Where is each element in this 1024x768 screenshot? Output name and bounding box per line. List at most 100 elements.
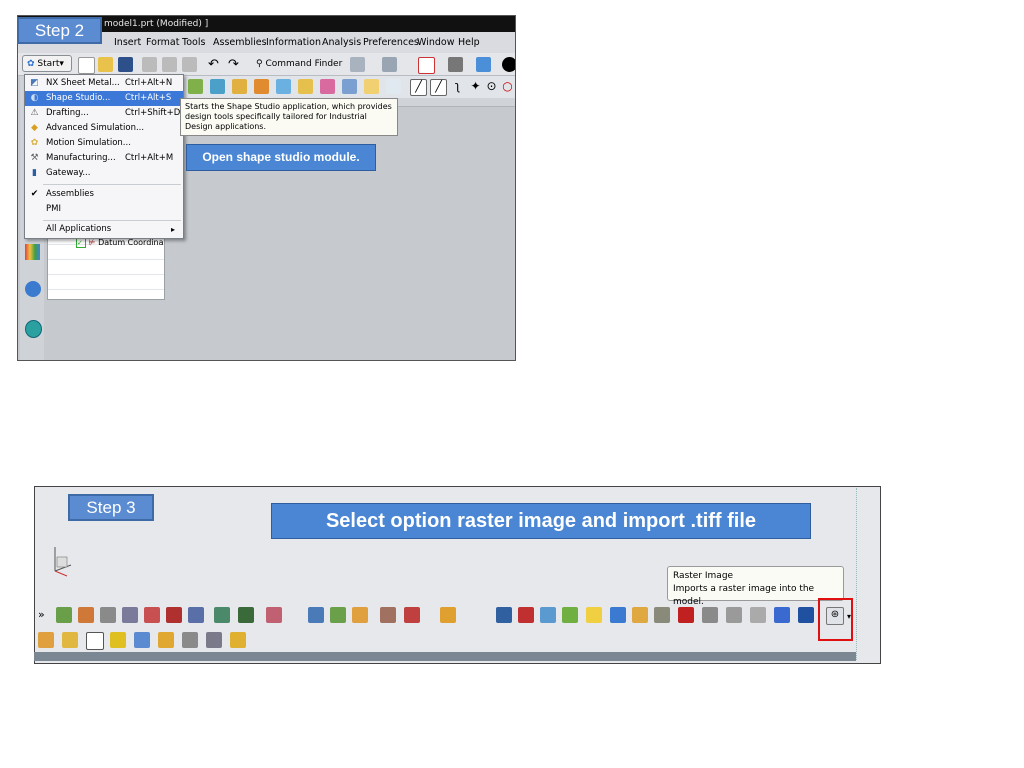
revolve-icon[interactable] xyxy=(330,607,346,623)
tree-row xyxy=(48,275,164,290)
curve-tool-icon[interactable] xyxy=(56,607,72,623)
menu-help[interactable]: Help xyxy=(458,32,480,53)
camera-icon[interactable] xyxy=(774,607,790,623)
extrude-icon[interactable] xyxy=(308,607,324,623)
feature-icon[interactable] xyxy=(320,79,335,94)
curve-on-surface-icon[interactable] xyxy=(238,607,254,623)
paste-icon[interactable] xyxy=(182,57,197,72)
studio-lights-icon[interactable] xyxy=(654,607,670,623)
feature-icon[interactable] xyxy=(298,79,313,94)
decal-icon[interactable] xyxy=(702,607,718,623)
section-icon[interactable] xyxy=(110,632,126,648)
menu-item-label: Gateway... xyxy=(46,168,91,178)
select-icon[interactable] xyxy=(382,57,397,72)
save-icon[interactable] xyxy=(118,57,133,72)
offset-icon[interactable] xyxy=(86,632,104,650)
menu-information[interactable]: Information xyxy=(266,32,321,53)
library-icon[interactable] xyxy=(25,244,40,260)
feature-icon[interactable] xyxy=(254,79,269,94)
trim-icon[interactable] xyxy=(352,607,368,623)
layer-icon[interactable] xyxy=(496,607,512,623)
true-studio-icon[interactable] xyxy=(678,607,694,623)
toolbar-overflow-icon[interactable]: » xyxy=(38,607,54,623)
menu-item-gateway[interactable]: ▮ Gateway... xyxy=(25,166,183,181)
command-finder-button[interactable]: ⚲ Command Finder xyxy=(256,56,342,72)
color-icon[interactable] xyxy=(518,607,534,623)
studio-surface-icon[interactable] xyxy=(122,607,138,623)
copy-icon[interactable] xyxy=(162,57,177,72)
gear-icon[interactable] xyxy=(350,57,365,72)
chamfer-icon[interactable] xyxy=(62,632,78,648)
feature-icon[interactable] xyxy=(276,79,291,94)
user-icon[interactable] xyxy=(610,607,626,623)
menu-item-drafting[interactable]: ⚠ Drafting... Ctrl+Shift+D xyxy=(25,106,183,121)
menu-item-assemblies[interactable]: ✔ Assemblies xyxy=(25,187,183,202)
checkbox-icon[interactable]: ✓ xyxy=(76,238,86,248)
check-icon: ✔ xyxy=(30,189,39,199)
circle-icon[interactable]: ⊙ xyxy=(484,79,499,94)
edit-icon[interactable] xyxy=(230,632,246,648)
menu-format[interactable]: Format xyxy=(146,32,179,53)
screenshot-step2: model1.prt (Modified) ] Insert Format To… xyxy=(17,15,516,361)
menu-window[interactable]: Window xyxy=(417,32,454,53)
feature-icon[interactable] xyxy=(232,79,247,94)
feature-icon[interactable] xyxy=(364,79,379,94)
spline-icon[interactable] xyxy=(214,607,230,623)
new-file-icon[interactable] xyxy=(78,57,95,74)
feature-toolbar: ╱ ╱ ʅ ✦ ⊙ ○ xyxy=(178,76,515,98)
menu-item-motion-simulation[interactable]: ✿ Motion Simulation... xyxy=(25,136,183,151)
line-icon[interactable]: ╱ xyxy=(410,79,427,96)
shading-icon[interactable] xyxy=(502,57,515,72)
feature-icon[interactable] xyxy=(342,79,357,94)
curve-icon[interactable]: ʅ xyxy=(450,79,465,94)
display-icon[interactable] xyxy=(440,607,456,623)
menu-analysis[interactable]: Analysis xyxy=(322,32,361,53)
blend-icon[interactable] xyxy=(188,607,204,623)
circle-red-icon[interactable]: ○ xyxy=(500,79,515,94)
mesh-icon[interactable] xyxy=(166,607,182,623)
texture-icon[interactable] xyxy=(726,607,742,623)
swept-icon[interactable] xyxy=(144,607,160,623)
pattern-icon[interactable] xyxy=(206,632,222,648)
open-folder-icon[interactable] xyxy=(98,57,113,72)
menu-item-advanced-simulation[interactable]: ◆ Advanced Simulation... xyxy=(25,121,183,136)
menu-item-pmi[interactable]: PMI xyxy=(25,202,183,217)
cursor-icon[interactable] xyxy=(586,607,602,623)
cut-icon[interactable] xyxy=(142,57,157,72)
render-icon[interactable] xyxy=(798,607,814,623)
analysis-icon[interactable] xyxy=(404,607,420,623)
rib-icon[interactable] xyxy=(266,607,282,623)
arc-icon[interactable]: ╱ xyxy=(430,79,447,96)
redo-icon[interactable]: ↷ xyxy=(228,57,243,72)
render-cube-icon[interactable] xyxy=(476,57,491,72)
tools-icon[interactable] xyxy=(540,607,556,623)
menu-assemblies[interactable]: Assemblies xyxy=(213,32,267,53)
menu-item-all-applications[interactable]: All Applications ▸ xyxy=(25,222,183,237)
history-icon[interactable] xyxy=(25,281,41,297)
feature-icon[interactable] xyxy=(188,79,203,94)
web-browser-icon[interactable] xyxy=(25,320,42,338)
sketch-tool-icon[interactable] xyxy=(78,607,94,623)
surface-tool-icon[interactable] xyxy=(100,607,116,623)
orient-icon[interactable] xyxy=(448,57,463,72)
menu-item-manufacturing[interactable]: ⚒ Manufacturing... Ctrl+Alt+M xyxy=(25,151,183,166)
start-button[interactable]: ✿ Start▾ xyxy=(22,55,72,72)
flag-icon[interactable] xyxy=(562,607,578,623)
fit-view-icon[interactable] xyxy=(418,57,435,74)
menu-tools[interactable]: Tools xyxy=(182,32,205,53)
feature-icon[interactable] xyxy=(210,79,225,94)
hammer-icon[interactable] xyxy=(182,632,198,648)
fillet-icon[interactable] xyxy=(38,632,54,648)
link-icon[interactable] xyxy=(134,632,150,648)
point-icon[interactable]: ✦ xyxy=(468,79,483,94)
undo-icon[interactable]: ↶ xyxy=(208,57,223,72)
menu-insert[interactable]: Insert xyxy=(114,32,141,53)
menu-item-shape-studio[interactable]: ◐ Shape Studio... Ctrl+Alt+S xyxy=(25,91,183,106)
feature-icon[interactable] xyxy=(386,79,401,94)
background-icon[interactable] xyxy=(750,607,766,623)
menu-preferences[interactable]: Preferences xyxy=(363,32,419,53)
materials-icon[interactable] xyxy=(632,607,648,623)
menu-item-nx-sheet-metal[interactable]: ◩ NX Sheet Metal... Ctrl+Alt+N xyxy=(25,76,183,91)
transform-icon[interactable] xyxy=(380,607,396,623)
attach-icon[interactable] xyxy=(158,632,174,648)
